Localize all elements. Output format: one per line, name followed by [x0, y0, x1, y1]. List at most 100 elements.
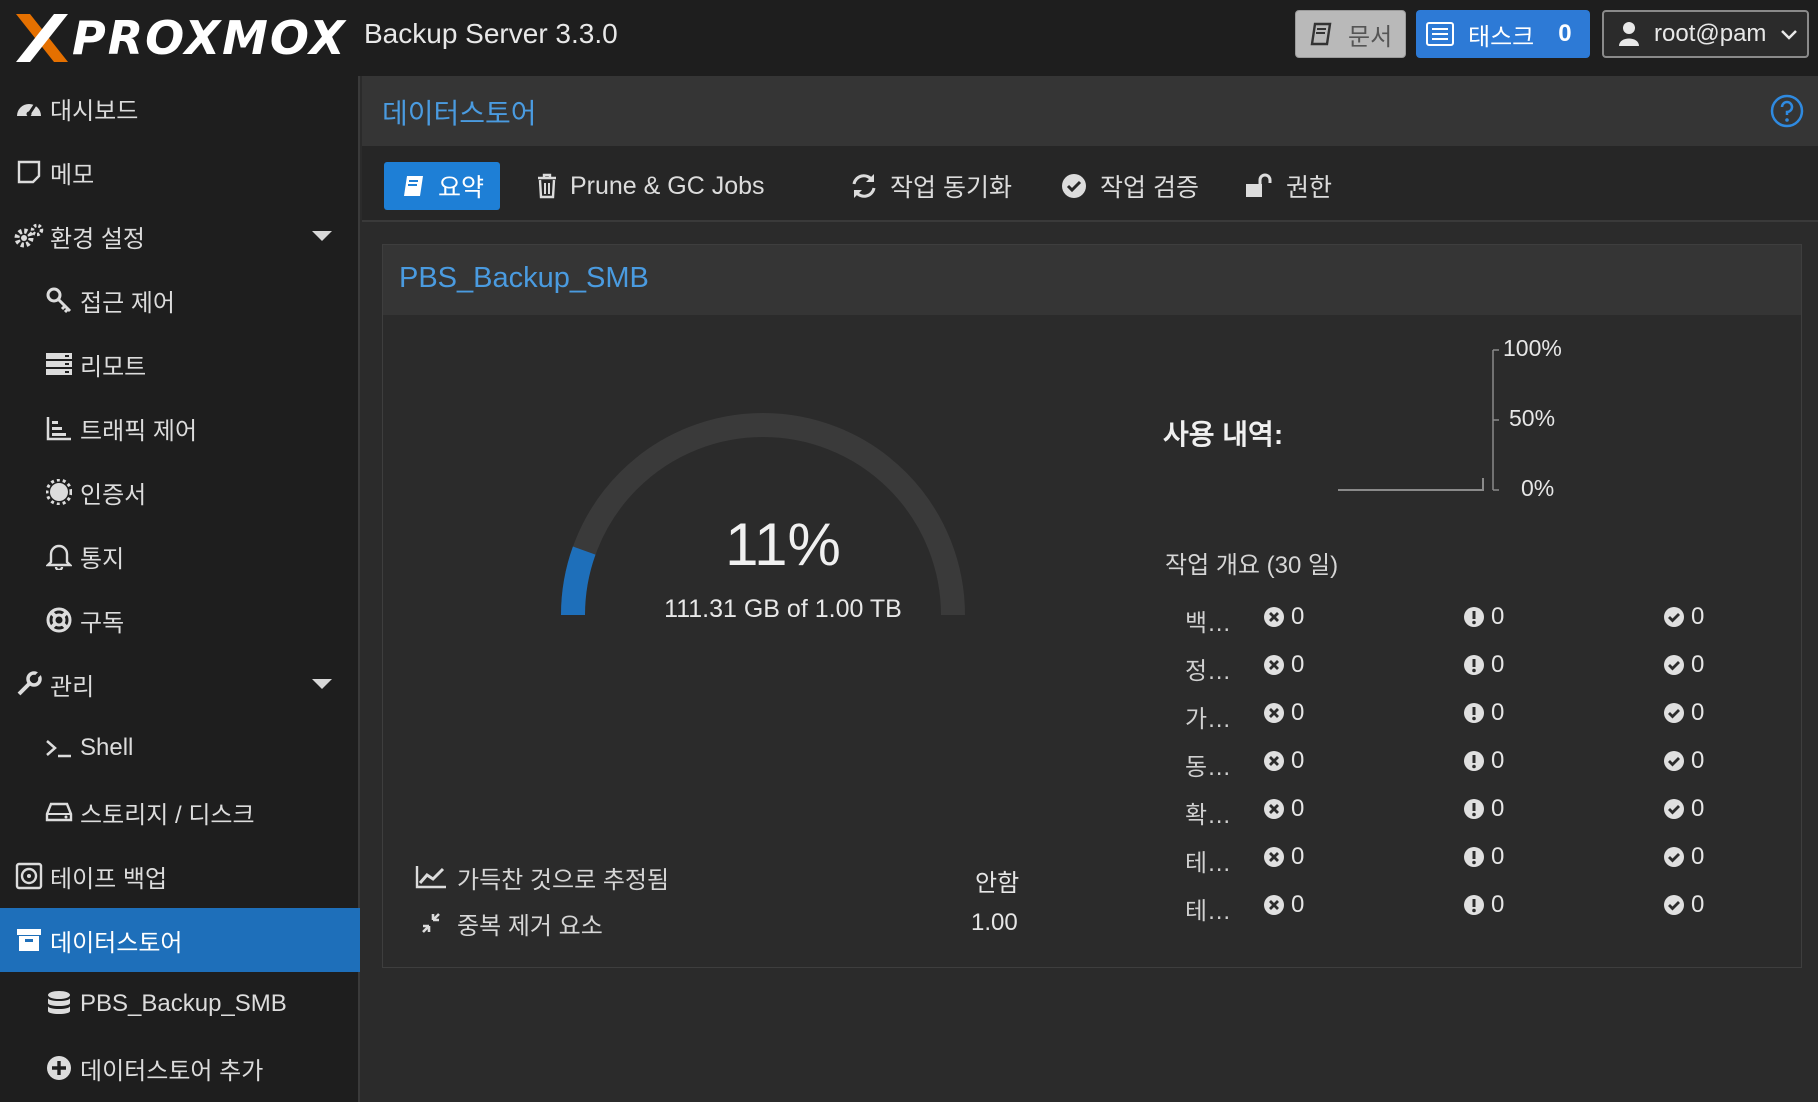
task-error-count[interactable]: 0: [1263, 699, 1304, 727]
error-icon: [1263, 846, 1285, 868]
tab-sync-jobs[interactable]: 작업 동기화: [834, 162, 1028, 210]
plus-circle-icon: [44, 1053, 74, 1083]
sidebar-item-shell[interactable]: Shell: [0, 716, 360, 780]
task-ok-count[interactable]: 0: [1663, 603, 1704, 631]
sidebar-item-storage-disks[interactable]: 스토리지 / 디스크: [0, 780, 360, 844]
book-icon: [1308, 21, 1334, 47]
task-type-label[interactable]: 테…: [1185, 843, 1245, 878]
proxmox-logo[interactable]: PROXMOX: [12, 8, 347, 68]
sidebar-item-notes[interactable]: 메모: [0, 140, 360, 204]
task-warning-count[interactable]: 0: [1463, 795, 1504, 823]
estimated-full-label: 가득찬 것으로 추정됨: [457, 866, 670, 894]
caret-down-icon[interactable]: [312, 231, 332, 241]
sidebar-item-label: PBS_Backup_SMB: [80, 990, 287, 1017]
error-count: 0: [1291, 699, 1305, 726]
sidebar-item-label: 통지: [80, 545, 125, 573]
sidebar-item-certificates[interactable]: 인증서: [0, 460, 360, 524]
task-warning-count[interactable]: 0: [1463, 843, 1504, 871]
warning-count: 0: [1491, 795, 1505, 822]
check-circle-icon: [1663, 654, 1685, 676]
server-icon: [44, 349, 74, 379]
task-warning-count[interactable]: 0: [1463, 891, 1504, 919]
tab-prune-gc-jobs[interactable]: Prune & GC Jobs: [520, 162, 781, 210]
sidebar-item-subscription[interactable]: 구독: [0, 588, 360, 652]
tasks-count-badge: 0: [1558, 20, 1572, 47]
check-circle-icon: [1060, 172, 1088, 200]
task-ok-count[interactable]: 0: [1663, 747, 1704, 775]
error-count: 0: [1291, 603, 1305, 630]
tab-summary[interactable]: 요약: [384, 162, 501, 210]
tab-label: 권한: [1286, 174, 1333, 202]
task-error-count[interactable]: 0: [1263, 843, 1304, 871]
main-content: 데이터스토어 요약 Prune & GC Jobs 작업 동기화 작업 검증 권…: [362, 76, 1818, 1102]
task-ok-count[interactable]: 0: [1663, 843, 1704, 871]
sidebar-item-tape-backup[interactable]: 테이프 백업: [0, 844, 360, 908]
datastore-summary-panel: PBS_Backup_SMB 11% 111.31 GB of 1.00 TB …: [382, 244, 1802, 968]
task-error-count[interactable]: 0: [1263, 891, 1304, 919]
task-type-label[interactable]: 백…: [1185, 603, 1245, 638]
sidebar-item-remotes[interactable]: 리모트: [0, 332, 360, 396]
ok-count: 0: [1691, 843, 1705, 870]
tab-permissions[interactable]: 권한: [1228, 162, 1348, 210]
sidebar-item-label: 트래픽 제어: [80, 417, 198, 445]
task-summary-title: 작업 개요 (30 일): [1165, 552, 1339, 579]
task-ok-count[interactable]: 0: [1663, 699, 1704, 727]
task-type-label[interactable]: 정…: [1185, 651, 1245, 686]
error-count: 0: [1291, 843, 1305, 870]
sidebar-item-label: 환경 설정: [50, 225, 145, 253]
task-warning-count[interactable]: 0: [1463, 651, 1504, 679]
tab-verify-jobs[interactable]: 작업 검증: [1044, 162, 1215, 210]
sidebar-item-dashboard[interactable]: 대시보드: [0, 76, 360, 140]
help-icon[interactable]: [1770, 94, 1804, 133]
task-warning-count[interactable]: 0: [1463, 603, 1504, 631]
bell-icon: [44, 541, 74, 571]
task-error-count[interactable]: 0: [1263, 651, 1304, 679]
task-type-label[interactable]: 확…: [1185, 795, 1245, 830]
error-icon: [1263, 750, 1285, 772]
sidebar-item-traffic-control[interactable]: 트래픽 제어: [0, 396, 360, 460]
sidebar-item-label: 인증서: [80, 481, 147, 509]
task-type-label[interactable]: 가…: [1185, 699, 1245, 734]
warning-icon: [1463, 702, 1485, 724]
task-error-count[interactable]: 0: [1263, 795, 1304, 823]
sidebar-item-label: 리모트: [80, 353, 147, 381]
user-label: root@pam: [1654, 20, 1767, 47]
sidebar-item-configuration[interactable]: 환경 설정: [0, 204, 360, 268]
usage-percent: 11%: [725, 511, 841, 578]
sidebar-item-label: 관리: [50, 673, 95, 701]
caret-down-icon[interactable]: [312, 679, 332, 689]
sidebar-item-notifications[interactable]: 통지: [0, 524, 360, 588]
usage-history-line: [1338, 478, 1484, 491]
ok-count: 0: [1691, 699, 1705, 726]
tasks-button[interactable]: 태스크 0: [1416, 10, 1590, 58]
estimated-full-row: 가득찬 것으로 추정됨: [415, 857, 669, 897]
warning-icon: [1463, 846, 1485, 868]
task-type-label[interactable]: 테…: [1185, 891, 1245, 926]
task-ok-count[interactable]: 0: [1663, 891, 1704, 919]
sidebar-item-datastore[interactable]: 데이터스토어: [0, 908, 360, 972]
user-menu-button[interactable]: root@pam: [1602, 10, 1809, 58]
task-ok-count[interactable]: 0: [1663, 795, 1704, 823]
terminal-icon: [44, 733, 74, 763]
task-warning-count[interactable]: 0: [1463, 699, 1504, 727]
certificate-icon: [44, 477, 74, 507]
task-error-count[interactable]: 0: [1263, 747, 1304, 775]
sidebar-item-access-control[interactable]: 접근 제어: [0, 268, 360, 332]
documentation-button[interactable]: 문서: [1295, 10, 1406, 58]
task-ok-count[interactable]: 0: [1663, 651, 1704, 679]
sidebar-item-label: 접근 제어: [80, 289, 175, 317]
task-type-label[interactable]: 동…: [1185, 747, 1245, 782]
top-bar: PROXMOX Backup Server 3.3.0 문서 태스크 0 roo…: [0, 0, 1818, 76]
tab-label: 작업 동기화: [890, 174, 1012, 202]
page-title: 데이터스토어: [382, 98, 537, 129]
sidebar-item-add-datastore[interactable]: 데이터스토어 추가: [0, 1036, 360, 1100]
error-icon: [1263, 894, 1285, 916]
task-error-count[interactable]: 0: [1263, 603, 1304, 631]
task-warning-count[interactable]: 0: [1463, 747, 1504, 775]
dashboard-icon: [14, 93, 44, 123]
sidebar-item-pbs-backup-smb[interactable]: PBS_Backup_SMB: [0, 972, 360, 1036]
sidebar-item-label: 구독: [80, 609, 125, 637]
sidebar-item-administration[interactable]: 관리: [0, 652, 360, 716]
warning-count: 0: [1491, 699, 1505, 726]
sidebar-item-label: Shell: [80, 734, 134, 761]
